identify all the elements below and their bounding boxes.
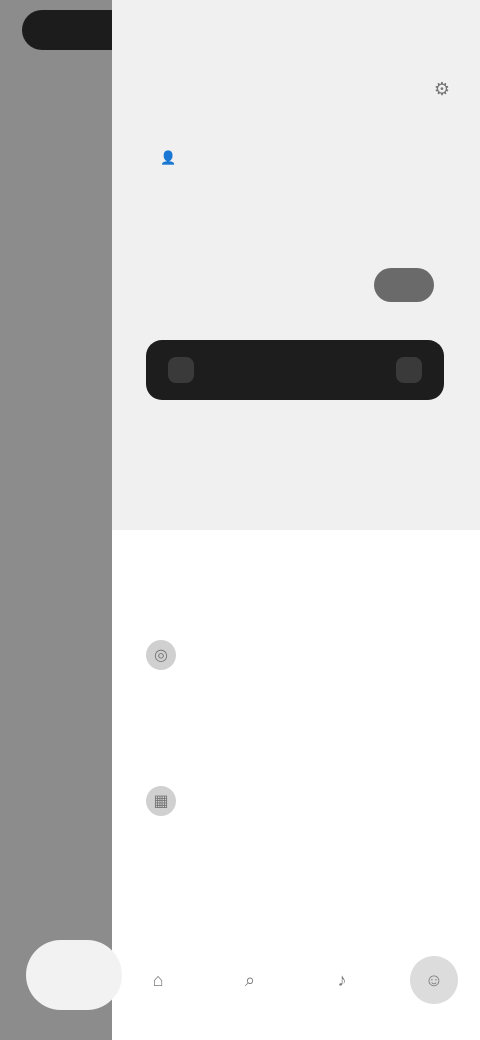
nav-home-icon[interactable]: ⌂ (134, 956, 182, 1004)
floating-action-area[interactable] (26, 940, 122, 1010)
drawer-item-1[interactable]: ◎ (146, 640, 188, 670)
nav-profile-icon[interactable]: ☺ (410, 956, 458, 1004)
person-icon: 👤 (160, 150, 177, 165)
grid-icon: ▦ (146, 786, 176, 816)
account-row[interactable]: ⚙ (152, 72, 452, 106)
cta-left-icon (168, 357, 194, 383)
nav-search-icon[interactable]: ⌕ (226, 956, 274, 1004)
drawer-item-2[interactable]: ▦ (146, 786, 188, 816)
gear-icon[interactable]: ⚙ (432, 79, 452, 99)
globe-icon: ◎ (146, 640, 176, 670)
cta-right-icon (396, 357, 422, 383)
mini-pill[interactable] (374, 268, 434, 302)
background-scrim[interactable] (0, 0, 112, 1040)
small-link-row[interactable]: 👤 (160, 150, 184, 166)
primary-cta-button[interactable] (146, 340, 444, 400)
bottom-navigation: ⌂ ⌕ ♪ ☺ (112, 950, 480, 1010)
navigation-drawer: ⚙ 👤 ◎ ▦ (112, 0, 480, 1040)
nav-bell-icon[interactable]: ♪ (318, 956, 366, 1004)
